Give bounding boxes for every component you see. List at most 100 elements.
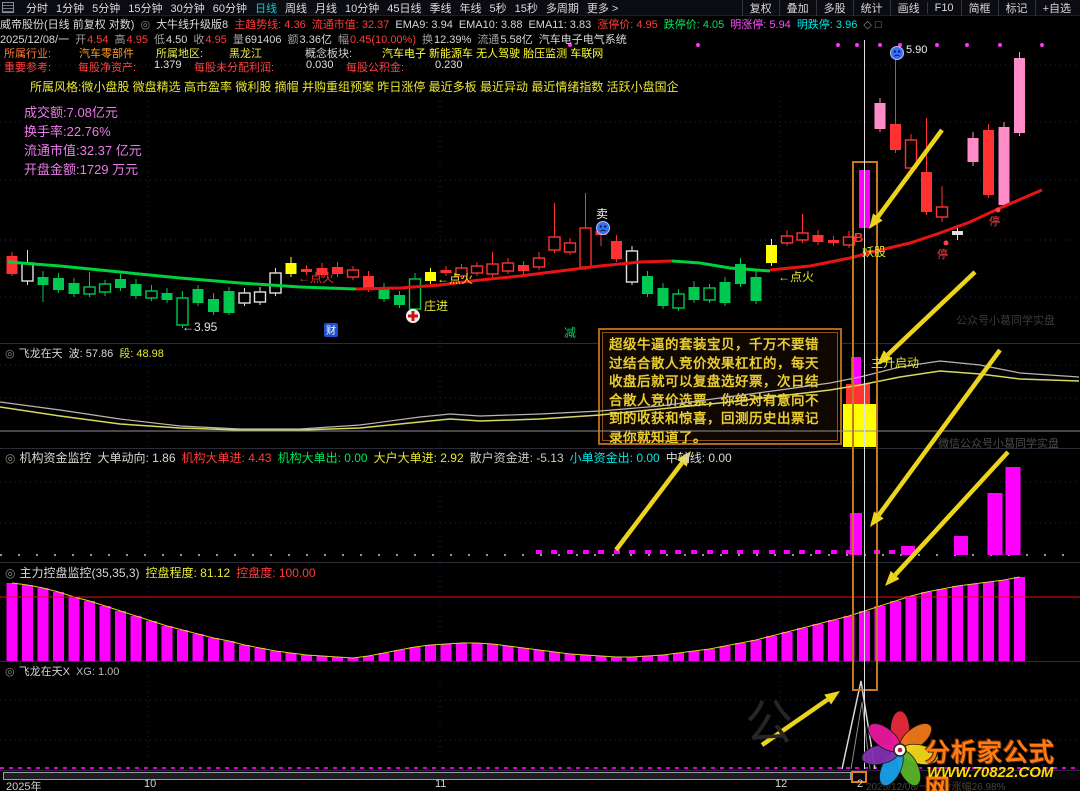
period-tab-45日线[interactable]: 45日线	[387, 0, 421, 16]
fund-bar	[954, 536, 968, 555]
fund-tick	[629, 550, 635, 554]
panel-collapse-icon[interactable]: ◎	[5, 451, 15, 465]
svg-text:财: 财	[326, 324, 336, 337]
text-segment: 重要参考:	[4, 62, 52, 74]
fund-tick	[722, 550, 728, 554]
period-tab-分时[interactable]: 分时	[26, 0, 48, 16]
text-segment: 波: 57.86	[68, 348, 114, 360]
control-bar	[797, 628, 808, 661]
text-segment: 机构大单出: 0.00	[277, 451, 368, 465]
chart-label: 停	[937, 249, 948, 261]
fund-tick	[645, 550, 651, 554]
control-bar	[983, 582, 994, 661]
title-row: 威帝股份(日线 前复权 对数) ◎ 大牛线升级版8 主趋势线: 4.36 流通市值: 3…	[0, 16, 1080, 32]
period-tab-5秒[interactable]: 5秒	[490, 0, 507, 16]
text-segment: 主趋势线: 4.36	[234, 19, 306, 31]
tool-button-F10[interactable]: F10	[926, 1, 961, 14]
dropdown-circle-icon[interactable]: ◎	[140, 18, 150, 31]
chart-label: ←点火	[298, 271, 335, 285]
fund-tick	[799, 550, 805, 554]
candle	[394, 295, 405, 305]
annotation-arrow	[614, 461, 684, 552]
period-tab-5分钟[interactable]: 5分钟	[92, 0, 120, 16]
candle	[425, 272, 436, 281]
window-icon[interactable]	[2, 2, 14, 13]
control-bar	[239, 645, 250, 661]
date-tick: 2025年	[6, 781, 42, 791]
control-bar	[688, 651, 700, 661]
tool-button-标记[interactable]: 标记	[997, 0, 1035, 16]
candle	[890, 124, 901, 150]
date-tick: 12	[775, 778, 788, 790]
control-bar	[84, 601, 95, 661]
text-segment: 明涨停: 5.94	[730, 19, 791, 31]
panel-collapse-icon[interactable]: ◎	[5, 665, 15, 678]
limit-dot	[943, 240, 949, 246]
period-tab-30分钟[interactable]: 30分钟	[171, 0, 205, 16]
control-bar	[440, 644, 452, 661]
period-tab-月线[interactable]: 月线	[315, 0, 337, 16]
period-tab-周线[interactable]: 周线	[285, 0, 307, 16]
ma-line	[7, 260, 357, 291]
candle	[859, 170, 870, 228]
period-tab-年线[interactable]: 年线	[460, 0, 482, 16]
candle	[145, 290, 158, 299]
candle	[316, 268, 328, 275]
panel-collapse-icon[interactable]: ◎	[5, 566, 15, 580]
text-segment: 明跌停: 3.96	[796, 19, 858, 31]
text-segment: 大单动向: 1.86	[97, 451, 176, 465]
chart-label: B	[854, 230, 864, 245]
candle	[780, 235, 794, 244]
flower-petal	[899, 723, 933, 752]
period-tab-更多[interactable]: 更多 >	[587, 0, 618, 16]
control-bar	[549, 652, 560, 661]
tool-button-统计[interactable]: 统计	[852, 0, 890, 16]
control-bar	[1014, 577, 1025, 661]
window-tools-icon[interactable]: ◇ □	[863, 18, 881, 31]
candle	[921, 172, 932, 212]
candle	[842, 236, 856, 246]
period-tab-15秒[interactable]: 15秒	[515, 0, 538, 16]
chart-label: 妖股	[862, 245, 887, 259]
tool-button-自选[interactable]: +自选	[1034, 0, 1078, 16]
control-bar	[177, 630, 188, 661]
tool-button-叠加[interactable]: 叠加	[778, 0, 816, 16]
fund-tick	[737, 550, 743, 554]
fund-tick	[707, 550, 713, 554]
period-tab-季线[interactable]: 季线	[430, 0, 452, 16]
candle	[332, 267, 343, 274]
candle	[238, 292, 251, 304]
text-segment: 1.379	[154, 59, 182, 71]
tool-button-复权[interactable]: 复权	[741, 0, 779, 16]
flower-petal	[861, 743, 900, 766]
candle	[874, 103, 886, 129]
fund-bar	[901, 546, 915, 555]
text-segment: 小单资金出: 0.00	[569, 451, 660, 465]
control-bar	[161, 626, 173, 661]
period-tab-多周期[interactable]: 多周期	[546, 0, 579, 16]
period-tab-1分钟[interactable]: 1分钟	[56, 0, 84, 16]
fund-tick	[753, 550, 759, 554]
control-bar	[533, 650, 545, 661]
tool-button-多股[interactable]: 多股	[815, 0, 853, 16]
tool-button-画线[interactable]: 画线	[889, 0, 927, 16]
control-bar	[828, 620, 839, 661]
text-segment: 0.030	[306, 59, 334, 71]
fund-tick	[784, 550, 790, 554]
candle	[998, 127, 1010, 205]
cai-badge-icon	[324, 323, 338, 337]
p2-stacked-bar	[843, 404, 877, 447]
panel-header-p4: ◎ 主力控盘监控(35,35,3) 控盘程度: 81.12 控盘度: 100.00	[0, 564, 1080, 581]
panel-collapse-icon[interactable]: ◎	[5, 347, 15, 360]
control-bar	[874, 606, 886, 661]
period-tab-15分钟[interactable]: 15分钟	[128, 0, 162, 16]
period-tab-10分钟[interactable]: 10分钟	[345, 0, 379, 16]
tool-button-简框[interactable]: 简框	[960, 0, 998, 16]
control-bar	[130, 616, 142, 661]
period-tab-日线[interactable]: 日线	[255, 0, 277, 16]
candle	[625, 250, 639, 283]
period-tab-60分钟[interactable]: 60分钟	[213, 0, 247, 16]
panel-header-p3: ◎ 机构资金监控 大单动向: 1.86 机构大单进: 4.43 机构大单出: 0.00 大…	[0, 449, 1080, 466]
chart-label: ←点火	[778, 270, 815, 284]
control-bar	[394, 650, 405, 661]
